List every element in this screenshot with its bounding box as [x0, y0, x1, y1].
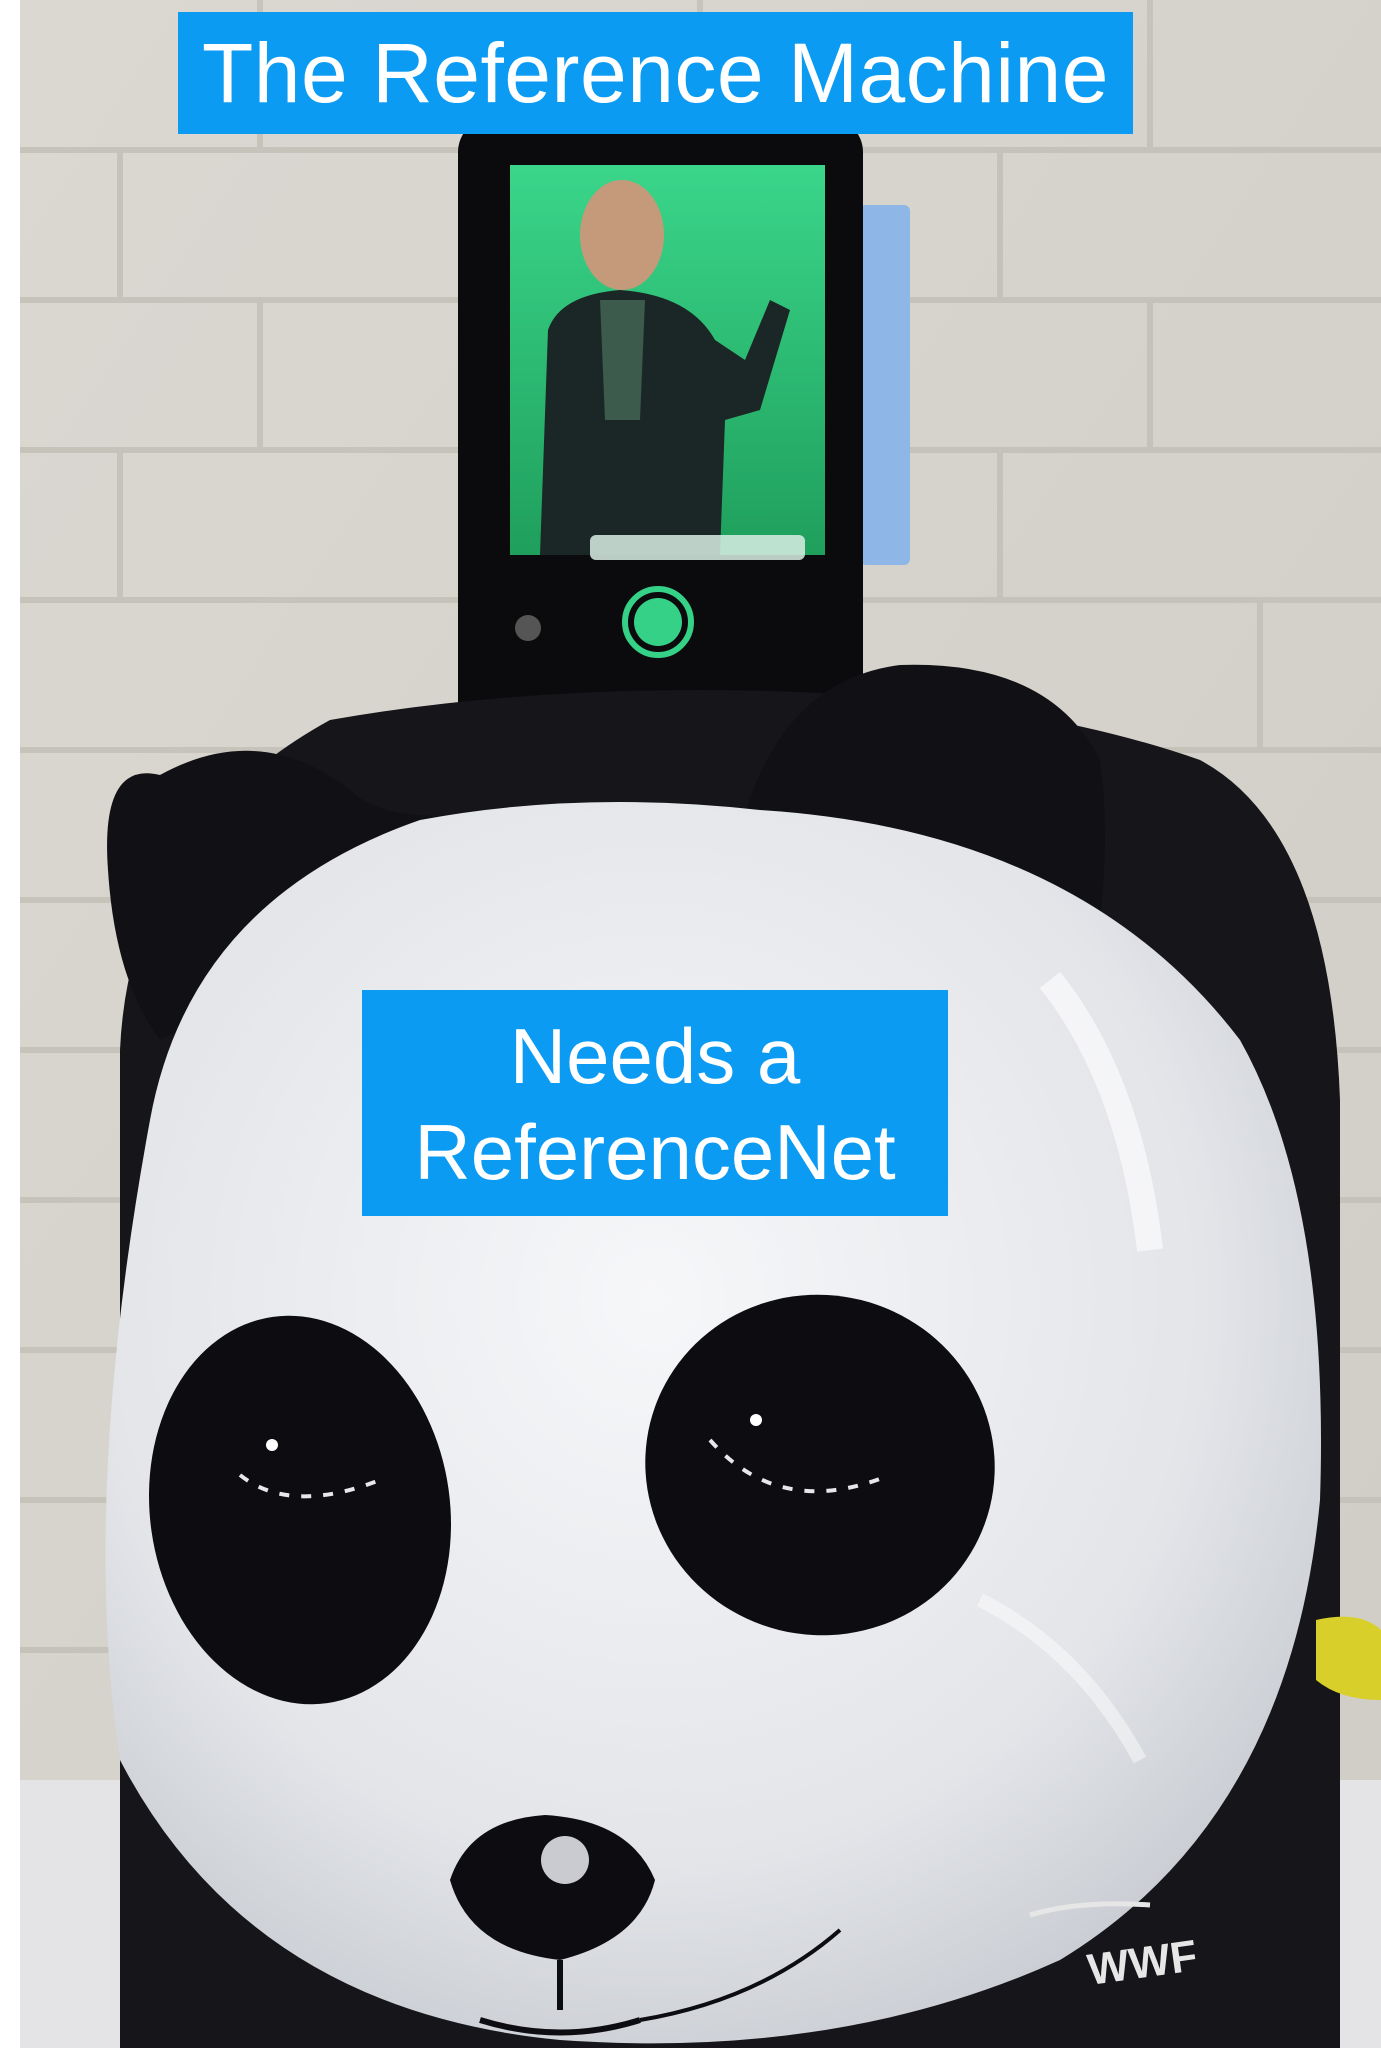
title-caption: The Reference Machine [178, 12, 1133, 134]
left-margin [0, 0, 20, 2048]
title-text: The Reference Machine [202, 26, 1109, 120]
phone-clip [860, 205, 910, 565]
smartphone [458, 118, 863, 788]
subtitle-line-2: ReferenceNet [414, 1108, 896, 1196]
panda-figure [105, 664, 1340, 2048]
subtitle-line-1: Needs a [509, 1012, 801, 1100]
shutter-button-inner [634, 598, 682, 646]
gallery-thumbnail-icon [515, 615, 541, 641]
subtitle-caption: Needs a ReferenceNet [362, 990, 948, 1216]
